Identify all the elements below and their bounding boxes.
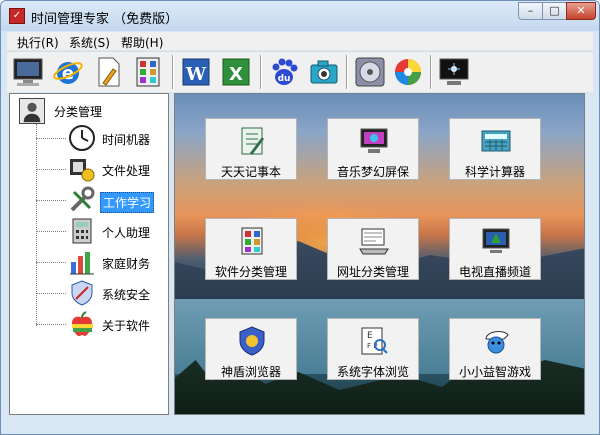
window-title: 时间管理专家 （免费版） xyxy=(31,12,179,27)
tree-root-label[interactable]: 分类管理 xyxy=(54,103,102,120)
internet-explorer-icon[interactable]: e xyxy=(51,55,85,89)
tree-item-label: 家庭财务 xyxy=(102,257,151,271)
color-disc-icon[interactable] xyxy=(391,55,425,89)
svg-text:X: X xyxy=(229,64,243,85)
tile-label: 天天记事本 xyxy=(220,165,281,179)
tree-item-system-security[interactable]: 系统安全 xyxy=(36,279,166,307)
svg-text:W: W xyxy=(185,64,207,85)
excel-icon[interactable]: X xyxy=(219,55,253,89)
scientific-calculator-icon xyxy=(481,130,511,152)
tree-connector xyxy=(36,169,66,170)
shield-browser-icon xyxy=(239,326,265,356)
tree-item-label: 关于软件 xyxy=(102,319,151,333)
screen-icon[interactable] xyxy=(437,55,471,89)
tree-connector xyxy=(36,138,66,139)
toolbar-separator xyxy=(346,55,348,89)
tile-music-screensaver[interactable]: 音乐梦幻屏保 xyxy=(327,118,419,180)
tile-notebook[interactable]: 天天记事本 xyxy=(205,118,297,180)
tile-label: 软件分类管理 xyxy=(214,265,287,279)
clock-icon xyxy=(69,125,95,151)
finance-chart-icon xyxy=(70,252,94,275)
word-icon[interactable]: W xyxy=(179,55,213,89)
menu-execute[interactable]: 执行(R) xyxy=(17,34,59,51)
tile-label: 科学计算器 xyxy=(464,165,525,179)
notebook-icon xyxy=(241,127,264,155)
tile-label: 音乐梦幻屏保 xyxy=(336,165,409,179)
font-viewer-icon: E F P xyxy=(361,327,388,355)
tree-connector xyxy=(36,200,66,201)
tree-item-about[interactable]: 关于软件 xyxy=(36,310,166,338)
tree-connector xyxy=(36,262,66,263)
tree-item-label: 时间机器 xyxy=(102,133,151,147)
app-window: ✓ 时间管理专家 （免费版） – □ ✕ 执行(R) 系统(S) 帮助(H) e xyxy=(0,0,600,435)
tile-shield-browser[interactable]: 神盾浏览器 xyxy=(205,318,297,380)
toolbar: e W X du xyxy=(7,51,593,92)
tile-label: 小小益智游戏 xyxy=(458,365,531,379)
calculator-apps-icon[interactable] xyxy=(131,55,165,89)
tree-item-personal-assistant[interactable]: 个人助理 xyxy=(36,217,166,245)
calculator-icon xyxy=(72,218,92,244)
launcher-panel: 天天记事本 音乐梦幻屏保 科学计算器 软件分类管理 网址分类管理 电视直播频道 … xyxy=(174,93,585,415)
maximize-button[interactable]: □ xyxy=(542,2,567,20)
notepad-icon[interactable] xyxy=(91,55,125,89)
toolbar-separator xyxy=(260,55,262,89)
toolbar-separator xyxy=(430,55,432,89)
tools-icon xyxy=(70,186,95,212)
tree-item-file-process[interactable]: 文件处理 xyxy=(36,155,166,183)
tree-item-family-finance[interactable]: 家庭财务 xyxy=(36,248,166,276)
category-tree: 分类管理 时间机器 文件处理 工作学习 个人助理 家庭财务 系统安全 关于软件 xyxy=(9,93,169,415)
tile-tv-live[interactable]: 电视直播频道 xyxy=(449,218,541,280)
title-bar: ✓ 时间管理专家 （免费版） – □ ✕ xyxy=(1,1,599,31)
menu-help[interactable]: 帮助(H) xyxy=(121,34,163,51)
minimize-button[interactable]: – xyxy=(518,2,543,20)
tree-connector xyxy=(36,293,66,294)
smurf-game-icon xyxy=(485,331,509,354)
tile-label: 电视直播频道 xyxy=(458,265,531,279)
security-icon xyxy=(71,280,93,306)
menu-system[interactable]: 系统(S) xyxy=(69,34,110,51)
menu-bar: 执行(R) 系统(S) 帮助(H) xyxy=(7,32,593,50)
status-bar xyxy=(7,417,593,433)
tv-live-icon xyxy=(482,228,510,253)
tree-connector xyxy=(36,231,66,232)
tree-connector xyxy=(36,324,66,325)
tile-software-manager[interactable]: 软件分类管理 xyxy=(205,218,297,280)
svg-text:du: du xyxy=(278,74,291,84)
tree-item-label: 系统安全 xyxy=(102,288,151,302)
user-manager-icon xyxy=(19,98,45,124)
software-manager-icon xyxy=(241,227,263,255)
tree-item-time-machine[interactable]: 时间机器 xyxy=(36,124,166,152)
tile-url-manager[interactable]: 网址分类管理 xyxy=(327,218,419,280)
app-icon: ✓ xyxy=(9,8,25,24)
camera-icon[interactable] xyxy=(307,55,341,89)
svg-text:E: E xyxy=(367,331,373,341)
tile-label: 网址分类管理 xyxy=(336,265,409,279)
tree-item-label: 个人助理 xyxy=(102,226,151,240)
close-button[interactable]: ✕ xyxy=(566,2,596,20)
file-process-icon xyxy=(70,159,95,182)
tile-smurf-game[interactable]: 小小益智游戏 xyxy=(449,318,541,380)
baidu-icon[interactable]: du xyxy=(267,55,301,89)
url-manager-icon xyxy=(359,228,389,255)
tile-label: 神盾浏览器 xyxy=(220,365,281,379)
apple-icon xyxy=(71,311,93,336)
tree-item-work-study[interactable]: 工作学习 xyxy=(36,186,166,214)
toolbar-separator xyxy=(172,55,174,89)
computer-icon[interactable] xyxy=(11,55,45,89)
tree-item-label: 工作学习 xyxy=(100,192,155,213)
tree-item-label: 文件处理 xyxy=(102,164,151,178)
tile-label: 系统字体浏览 xyxy=(336,365,409,379)
tile-font-viewer[interactable]: E F P 系统字体浏览 xyxy=(327,318,419,380)
tile-scientific-calculator[interactable]: 科学计算器 xyxy=(449,118,541,180)
music-screensaver-icon xyxy=(360,128,388,153)
media-player-icon[interactable] xyxy=(353,55,387,89)
